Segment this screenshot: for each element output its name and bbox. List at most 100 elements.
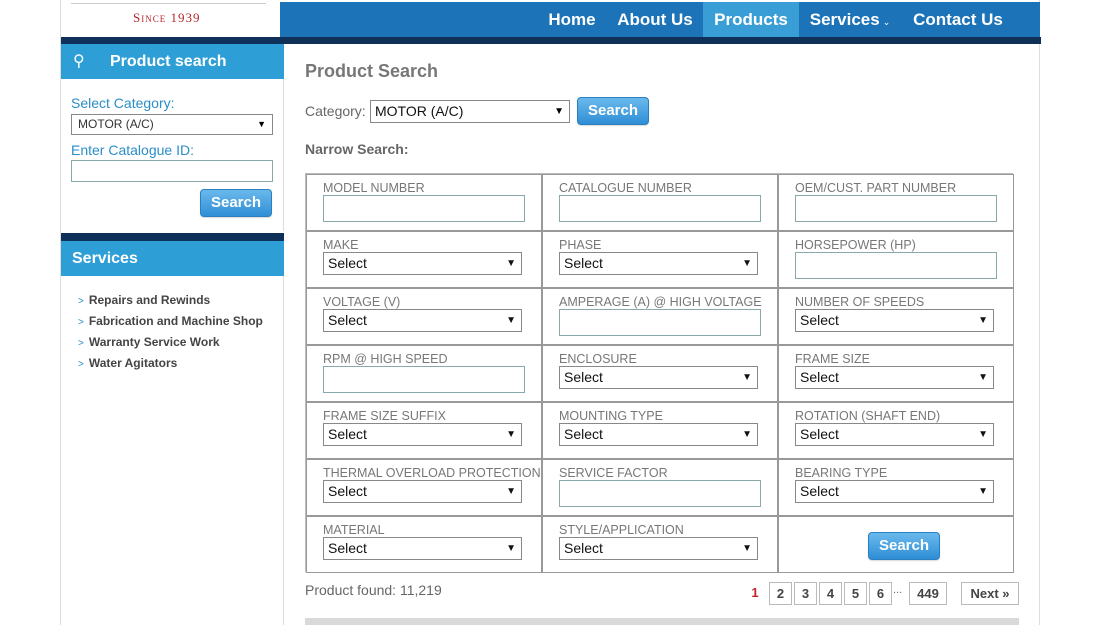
nav-home[interactable]: Home: [537, 2, 607, 37]
dropdown-arrow-icon: ▼: [506, 486, 516, 497]
enclosure-select[interactable]: Select ▼: [559, 366, 758, 389]
rpm-high-speed-input[interactable]: [323, 366, 525, 393]
services-item-label: Repairs and Rewinds: [88, 293, 211, 307]
field-cell-model-number: MODEL NUMBER: [306, 174, 542, 231]
services-item-fabrication[interactable]: > Fabrication and Machine Shop: [78, 314, 263, 328]
sidebar-category-value: MOTOR (A/C): [78, 117, 154, 131]
category-search-button[interactable]: Search: [577, 97, 649, 125]
page-last-link[interactable]: 449: [909, 582, 947, 605]
select-value: Select: [564, 540, 603, 556]
field-cell-thermal-overload-protection: THERMAL OVERLOAD PROTECTION Select ▼: [306, 459, 542, 516]
page-3-link[interactable]: 3: [794, 582, 817, 605]
nav-services[interactable]: Services ⌄: [799, 2, 901, 37]
logo[interactable]: Since 1939: [61, 0, 280, 37]
field-label: SERVICE FACTOR: [559, 466, 668, 480]
select-value: Select: [564, 369, 603, 385]
horsepower-hp-input[interactable]: [795, 252, 997, 279]
nav-contact-us[interactable]: Contact Us: [901, 2, 1015, 37]
sidebar-category-select[interactable]: MOTOR (A/C) ▼: [71, 114, 273, 135]
services-header: Services: [61, 241, 284, 276]
chevron-right-icon: >: [78, 338, 84, 349]
dropdown-arrow-icon: ▼: [742, 372, 752, 383]
field-cell-bearing-type: BEARING TYPE Select ▼: [778, 459, 1014, 516]
product-search-title: Product search: [110, 53, 227, 70]
chevron-right-icon: >: [78, 317, 84, 328]
make-select[interactable]: Select ▼: [323, 252, 522, 275]
category-select[interactable]: MOTOR (A/C) ▼: [370, 100, 570, 123]
frame-size-select[interactable]: Select ▼: [795, 366, 994, 389]
model-number-input[interactable]: [323, 195, 525, 222]
thermal-overload-protection-select[interactable]: Select ▼: [323, 480, 522, 503]
chevron-right-icon: >: [78, 296, 84, 307]
sidebar-search-button[interactable]: Search: [200, 189, 272, 217]
products-found: Product found: 11,219: [305, 582, 442, 598]
nav-about-us[interactable]: About Us: [607, 2, 703, 37]
catalogue-number-input[interactable]: [559, 195, 761, 222]
page-4-link[interactable]: 4: [819, 582, 842, 605]
services-item-agitators[interactable]: > Water Agitators: [78, 356, 177, 370]
field-label: CATALOGUE NUMBER: [559, 181, 692, 195]
logo-divider: [71, 3, 266, 4]
rotation-shaft-end-select[interactable]: Select ▼: [795, 423, 994, 446]
field-cell-make: MAKE Select ▼: [306, 231, 542, 288]
search-icon: ⚲: [73, 53, 85, 70]
field-label: VOLTAGE (V): [323, 295, 401, 309]
field-cell-mounting-type: MOUNTING TYPE Select ▼: [542, 402, 778, 459]
field-cell-phase: PHASE Select ▼: [542, 231, 778, 288]
chevron-down-icon: ⌄: [882, 17, 891, 27]
category-label: Category:: [305, 103, 366, 119]
page-2-link[interactable]: 2: [769, 582, 792, 605]
category-select-value: MOTOR (A/C): [375, 103, 464, 119]
select-value: Select: [800, 369, 839, 385]
bearing-type-select[interactable]: Select ▼: [795, 480, 994, 503]
field-cell-style-application: STYLE/APPLICATION Select ▼: [542, 516, 778, 573]
services-divider: [61, 233, 284, 241]
services-list: > Repairs and Rewinds > Fabrication and Ma…: [61, 276, 284, 625]
next-page-link[interactable]: Next »: [961, 582, 1019, 605]
main-nav: Home About Us Products Services ⌄ Contact…: [280, 2, 1040, 37]
field-cell-catalogue-number: CATALOGUE NUMBER: [542, 174, 778, 231]
grid-search-button[interactable]: Search: [868, 532, 940, 560]
oem-cust-part-number-input[interactable]: [795, 195, 997, 222]
page: Since 1939 Home About Us Products Servic…: [60, 0, 1041, 625]
chevron-right-icon: >: [78, 359, 84, 370]
dropdown-arrow-icon: ▼: [978, 315, 988, 326]
page-6-link[interactable]: 6: [869, 582, 892, 605]
footer-divider: [305, 618, 1019, 625]
field-cell-rotation-shaft-end: ROTATION (SHAFT END) Select ▼: [778, 402, 1014, 459]
nav-products[interactable]: Products: [703, 2, 799, 37]
field-label: PHASE: [559, 238, 602, 252]
field-cell-horsepower-hp: HORSEPOWER (HP): [778, 231, 1014, 288]
field-label: STYLE/APPLICATION: [559, 523, 684, 537]
catalogue-id-input[interactable]: [71, 160, 273, 182]
dropdown-arrow-icon: ▼: [742, 258, 752, 269]
field-label: FRAME SIZE: [795, 352, 871, 366]
style-application-select[interactable]: Select ▼: [559, 537, 758, 560]
service-factor-input[interactable]: [559, 480, 761, 507]
frame-size-suffix-select[interactable]: Select ▼: [323, 423, 522, 446]
field-cell-oem-cust-part-number: OEM/CUST. PART NUMBER: [778, 174, 1014, 231]
nav-underline: [61, 37, 1041, 44]
voltage-v-select[interactable]: Select ▼: [323, 309, 522, 332]
services-item-repairs[interactable]: > Repairs and Rewinds: [78, 293, 210, 307]
since-tagline: Since 1939: [133, 10, 201, 25]
field-label: FRAME SIZE SUFFIX: [323, 409, 446, 423]
field-label: MODEL NUMBER: [323, 181, 425, 195]
dropdown-arrow-icon: ▼: [506, 258, 516, 269]
grid-search-cell: Search: [778, 516, 1014, 573]
nav-services-label: Services: [809, 10, 880, 29]
material-select[interactable]: Select ▼: [323, 537, 522, 560]
phase-select[interactable]: Select ▼: [559, 252, 758, 275]
page-1-current[interactable]: 1: [745, 582, 765, 605]
mounting-type-select[interactable]: Select ▼: [559, 423, 758, 446]
field-cell-frame-size-suffix: FRAME SIZE SUFFIX Select ▼: [306, 402, 542, 459]
select-value: Select: [800, 483, 839, 499]
sidebar-search-box: Select Category: MOTOR (A/C) ▼ Enter Cat…: [61, 79, 284, 231]
services-item-warranty[interactable]: > Warranty Service Work: [78, 335, 220, 349]
services-item-label: Warranty Service Work: [88, 335, 220, 349]
page-5-link[interactable]: 5: [844, 582, 867, 605]
field-label: BEARING TYPE: [795, 466, 888, 480]
select-value: Select: [800, 312, 839, 328]
number-of-speeds-select[interactable]: Select ▼: [795, 309, 994, 332]
amperage-a-high-voltage-input[interactable]: [559, 309, 761, 336]
